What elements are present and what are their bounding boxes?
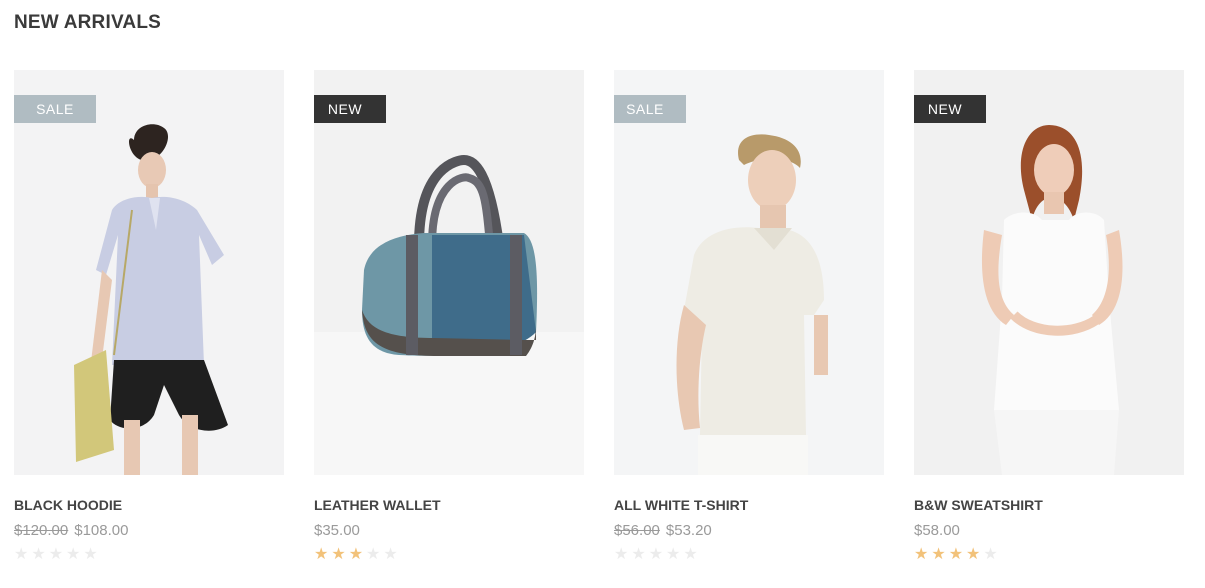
star-icon: ★: [14, 546, 29, 563]
product-grid: SALE BLACK HOODIE $120.00 $108.00 ★ ★ ★ …: [14, 70, 1184, 563]
sale-badge: SALE: [614, 95, 686, 123]
star-icon: ★: [48, 546, 64, 563]
old-price: $56.00: [614, 522, 660, 539]
product-image[interactable]: SALE: [14, 70, 284, 475]
star-icon: ★: [948, 546, 964, 563]
star-icon: ★: [614, 546, 629, 563]
current-price: $53.20: [665, 522, 712, 539]
product-name[interactable]: B&W SWEATSHIRT: [914, 497, 1184, 513]
star-icon: ★: [648, 546, 664, 563]
star-icon: ★: [914, 546, 929, 563]
star-icon: ★: [931, 546, 946, 563]
section-title: NEW ARRIVALS: [14, 12, 162, 33]
star-icon: ★: [666, 546, 681, 563]
new-badge: NEW: [914, 95, 986, 123]
product-card[interactable]: NEW B&W SWEATSHIRT $58.00 ★ ★ ★ ★ ★: [914, 70, 1184, 563]
star-rating: ★ ★ ★ ★ ★: [914, 547, 1184, 563]
current-price: $108.00: [74, 522, 129, 539]
sale-badge: SALE: [14, 95, 96, 123]
man-white-tshirt-photo: [614, 70, 884, 475]
star-icon: ★: [314, 546, 329, 563]
product-card[interactable]: SALE ALL WHITE T-SHIRT $56.00 $53.20 ★ ★…: [614, 70, 884, 563]
old-price: $120.00: [14, 522, 69, 539]
star-icon: ★: [83, 546, 98, 563]
product-name[interactable]: LEATHER WALLET: [314, 497, 584, 513]
product-name[interactable]: BLACK HOODIE: [14, 497, 284, 513]
new-badge: NEW: [314, 95, 386, 123]
star-icon: ★: [348, 546, 364, 563]
star-icon: ★: [966, 546, 981, 563]
price-row: $58.00: [914, 522, 1184, 539]
product-image[interactable]: NEW: [914, 70, 1184, 475]
product-image[interactable]: SALE: [614, 70, 884, 475]
star-icon: ★: [366, 546, 381, 563]
woman-shirt-shorts-photo: [14, 70, 284, 475]
star-icon: ★: [66, 546, 81, 563]
woman-white-top-photo: [914, 70, 1184, 475]
star-icon: ★: [31, 546, 46, 563]
current-price: $58.00: [914, 522, 960, 539]
star-icon: ★: [983, 546, 998, 563]
star-rating: ★ ★ ★ ★ ★: [14, 547, 284, 563]
price-row: $120.00 $108.00: [14, 522, 284, 539]
star-icon: ★: [383, 546, 398, 563]
product-card[interactable]: NEW LEATHER WALLET $35.00 ★ ★ ★ ★ ★: [314, 70, 584, 563]
star-rating: ★ ★ ★ ★ ★: [614, 547, 884, 563]
price-row: $56.00 $53.20: [614, 522, 884, 539]
star-icon: ★: [331, 546, 346, 563]
star-icon: ★: [631, 546, 646, 563]
denim-bag-photo: [314, 70, 584, 475]
star-rating: ★ ★ ★ ★ ★: [314, 547, 584, 563]
product-name[interactable]: ALL WHITE T-SHIRT: [614, 497, 884, 513]
product-image[interactable]: NEW: [314, 70, 584, 475]
current-price: $35.00: [314, 522, 360, 539]
product-card[interactable]: SALE BLACK HOODIE $120.00 $108.00 ★ ★ ★ …: [14, 70, 284, 563]
star-icon: ★: [683, 546, 698, 563]
price-row: $35.00: [314, 522, 584, 539]
